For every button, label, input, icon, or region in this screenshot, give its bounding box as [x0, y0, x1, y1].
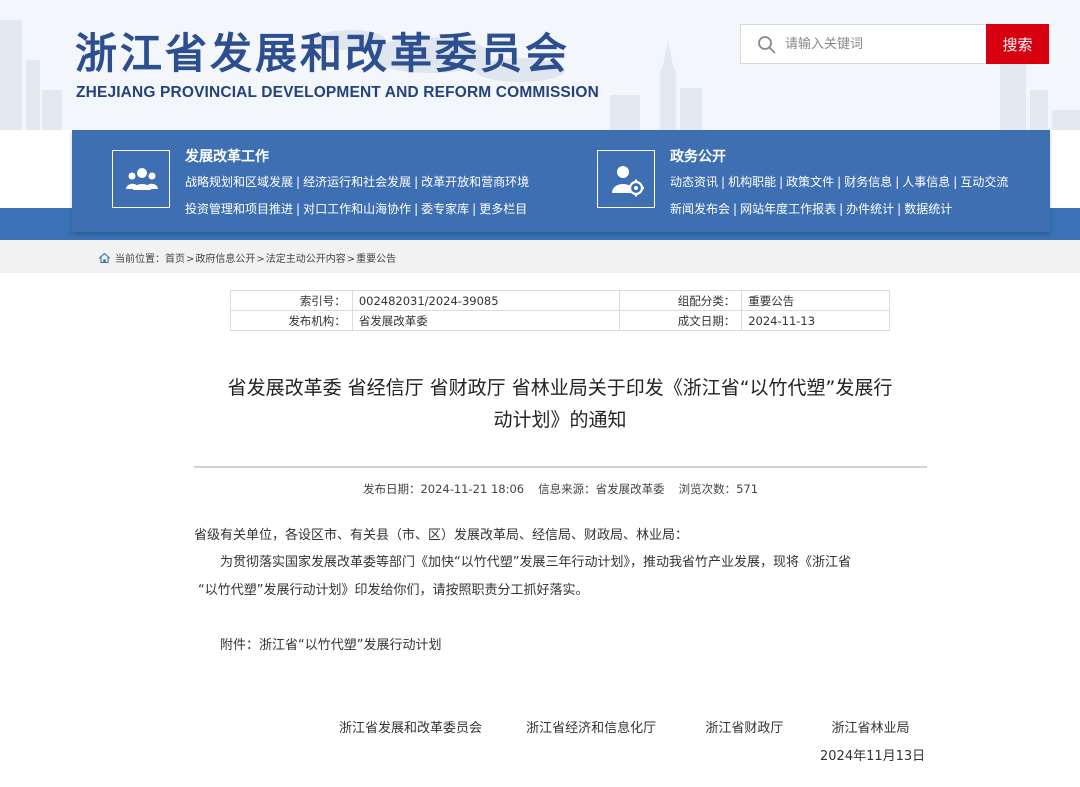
nav-separator: | [779, 175, 784, 189]
search-button[interactable]: 搜索 [986, 24, 1049, 64]
publish-date: 发布日期：2024-11-21 18:06 [362, 482, 525, 496]
nav-link-more-columns[interactable]: 更多栏目 [479, 202, 527, 216]
table-row: 发布机构： 省发展改革委 成文日期： 2024-11-13 [230, 310, 890, 331]
publisher-label: 发布机构： [230, 310, 353, 331]
nav-links-row-1: 战略规划和区域发展 | 经济运行和社会发展 | 改革开放和营商环境 [185, 173, 529, 190]
article-title-line-1: 省发展改革委 省经信厅 省财政厅 省林业局关于印发《浙江省“以竹代塑”发展行 [227, 377, 893, 399]
nav-separator: | [296, 175, 301, 189]
table-row: 索引号： 002482031/2024-39085 组配分类： 重要公告 [230, 290, 890, 311]
publish-info: 发布日期：2024-11-21 18:06 信息来源：省发展改革委 浏览次数：571 [194, 481, 927, 497]
nav-link-policy-documents[interactable]: 政策文件 [786, 175, 834, 189]
category-value: 重要公告 [741, 290, 890, 311]
breadcrumb-public-content[interactable]: 法定主动公开内容 [266, 254, 346, 265]
body-paragraph-line-2: “以竹代塑”发展行动计划》印发给你们，请按照职责分工抓好落实。 [198, 583, 589, 598]
signer-economy-info-dept: 浙江省经济和信息化厅 [526, 721, 657, 736]
attachment-link[interactable]: 附件：浙江省“以竹代塑”发展行动计划 [220, 634, 441, 653]
nav-link-expert-pool[interactable]: 委专家库 [421, 202, 469, 216]
nav-links-row-2: 新闻发布会 | 网站年度工作报表 | 办件统计 | 数据统计 [670, 200, 952, 217]
nav-separator: | [953, 175, 958, 189]
search-box: 搜索 [740, 24, 1049, 64]
nav-separator: | [733, 202, 738, 216]
index-number-value: 002482031/2024-39085 [351, 290, 621, 311]
nav-link-case-statistics[interactable]: 办件统计 [846, 202, 894, 216]
breadcrumb-gov-info[interactable]: 政府信息公开 [195, 254, 255, 265]
signer-ndrc: 浙江省发展和改革委员会 [339, 721, 483, 736]
breadcrumb-announcements[interactable]: 重要公告 [356, 254, 396, 265]
nav-link-economic-operation[interactable]: 经济运行和社会发展 [303, 175, 411, 189]
created-date-label: 成文日期： [619, 310, 743, 331]
breadcrumb-separator: > [186, 254, 195, 265]
nav-link-data-statistics[interactable]: 数据统计 [904, 202, 952, 216]
breadcrumb: 当前位置：首页>政府信息公开>法定主动公开内容>重要公告 [99, 250, 396, 265]
article-title: 省发展改革委 省经信厅 省财政厅 省林业局关于印发《浙江省“以竹代塑”发展行 动… [190, 372, 930, 436]
breadcrumb-prefix: 当前位置： [115, 254, 165, 265]
signer-finance-dept: 浙江省财政厅 [705, 721, 784, 736]
signers: 浙江省发展和改革委员会 浙江省经济和信息化厅 浙江省财政厅 浙江省林业局 [339, 717, 909, 736]
signing-date: 2024年11月13日 [820, 749, 926, 764]
index-number-label: 索引号： [230, 290, 353, 311]
category-label: 组配分类： [619, 290, 743, 311]
nav-links-row-1: 动态资讯 | 机构职能 | 政策文件 | 财务信息 | 人事信息 | 互动交流 [670, 173, 1008, 190]
nav-separator: | [895, 175, 900, 189]
nav-link-finance-info[interactable]: 财务信息 [844, 175, 892, 189]
people-group-icon[interactable] [112, 150, 170, 208]
info-source: 信息来源：省发展改革委 [538, 482, 665, 496]
nav-separator: | [837, 175, 842, 189]
nav-title-development-reform[interactable]: 发展改革工作 [185, 146, 269, 166]
nav-link-press-conference[interactable]: 新闻发布会 [670, 202, 730, 216]
view-count: 浏览次数：571 [678, 482, 759, 496]
body-paragraph-line-1: 为贯彻落实国家发展改革委等部门《加快“以竹代塑”发展三年行动计划》，推动我省竹产… [220, 555, 851, 570]
publisher-value: 省发展改革委 [351, 310, 621, 331]
nav-title-government-affairs[interactable]: 政务公开 [670, 146, 726, 166]
nav-links-row-2: 投资管理和项目推进 | 对口工作和山海协作 | 委专家库 | 更多栏目 [185, 200, 527, 217]
nav-separator: | [839, 202, 844, 216]
site-subtitle: ZHEJIANG PROVINCIAL DEVELOPMENT AND REFO… [76, 84, 599, 101]
nav-link-news[interactable]: 动态资讯 [670, 175, 718, 189]
document-meta-table: 索引号： 002482031/2024-39085 组配分类： 重要公告 发布机… [230, 290, 890, 331]
site-title[interactable]: 浙江省发展和改革委员会 [75, 20, 570, 81]
nav-link-strategic-planning[interactable]: 战略规划和区域发展 [185, 175, 293, 189]
created-date-value: 2024-11-13 [741, 310, 890, 331]
breadcrumb-home[interactable]: 首页 [165, 254, 185, 265]
nav-separator: | [897, 202, 902, 216]
home-icon [99, 253, 110, 263]
nav-separator: | [721, 175, 726, 189]
nav-link-reform-opening[interactable]: 改革开放和营商环境 [421, 175, 529, 189]
main-nav: 发展改革工作 战略规划和区域发展 | 经济运行和社会发展 | 改革开放和营商环境 投资管… [72, 130, 1050, 232]
nav-link-investment-management[interactable]: 投资管理和项目推进 [185, 202, 293, 216]
site-header: 浙江省发展和改革委员会 ZHEJIANG PROVINCIAL DEVELOPM… [0, 0, 1080, 130]
breadcrumb-separator: > [346, 254, 356, 265]
nav-separator: | [414, 202, 419, 216]
breadcrumb-separator: > [256, 254, 265, 265]
signer-forestry-bureau: 浙江省林业局 [831, 721, 910, 736]
nav-separator: | [472, 202, 477, 216]
breadcrumb-bar: 当前位置：首页>政府信息公开>法定主动公开内容>重要公告 [0, 240, 1080, 273]
search-icon [758, 36, 776, 54]
nav-link-annual-report[interactable]: 网站年度工作报表 [740, 202, 836, 216]
nav-link-functions[interactable]: 机构职能 [728, 175, 776, 189]
nav-separator: | [414, 175, 419, 189]
addressee-line: 省级有关单位，各设区市、有关县（市、区）发展改革局、经信局、财政局、林业局： [194, 528, 689, 543]
article-title-line-2: 动计划》的通知 [493, 409, 627, 431]
nav-link-personnel-info[interactable]: 人事信息 [902, 175, 950, 189]
nav-link-interaction[interactable]: 互动交流 [960, 175, 1008, 189]
title-divider [194, 466, 927, 468]
user-settings-icon[interactable] [597, 150, 655, 208]
search-input[interactable] [785, 25, 985, 63]
nav-link-counterpart-work[interactable]: 对口工作和山海协作 [303, 202, 411, 216]
nav-separator: | [296, 202, 301, 216]
